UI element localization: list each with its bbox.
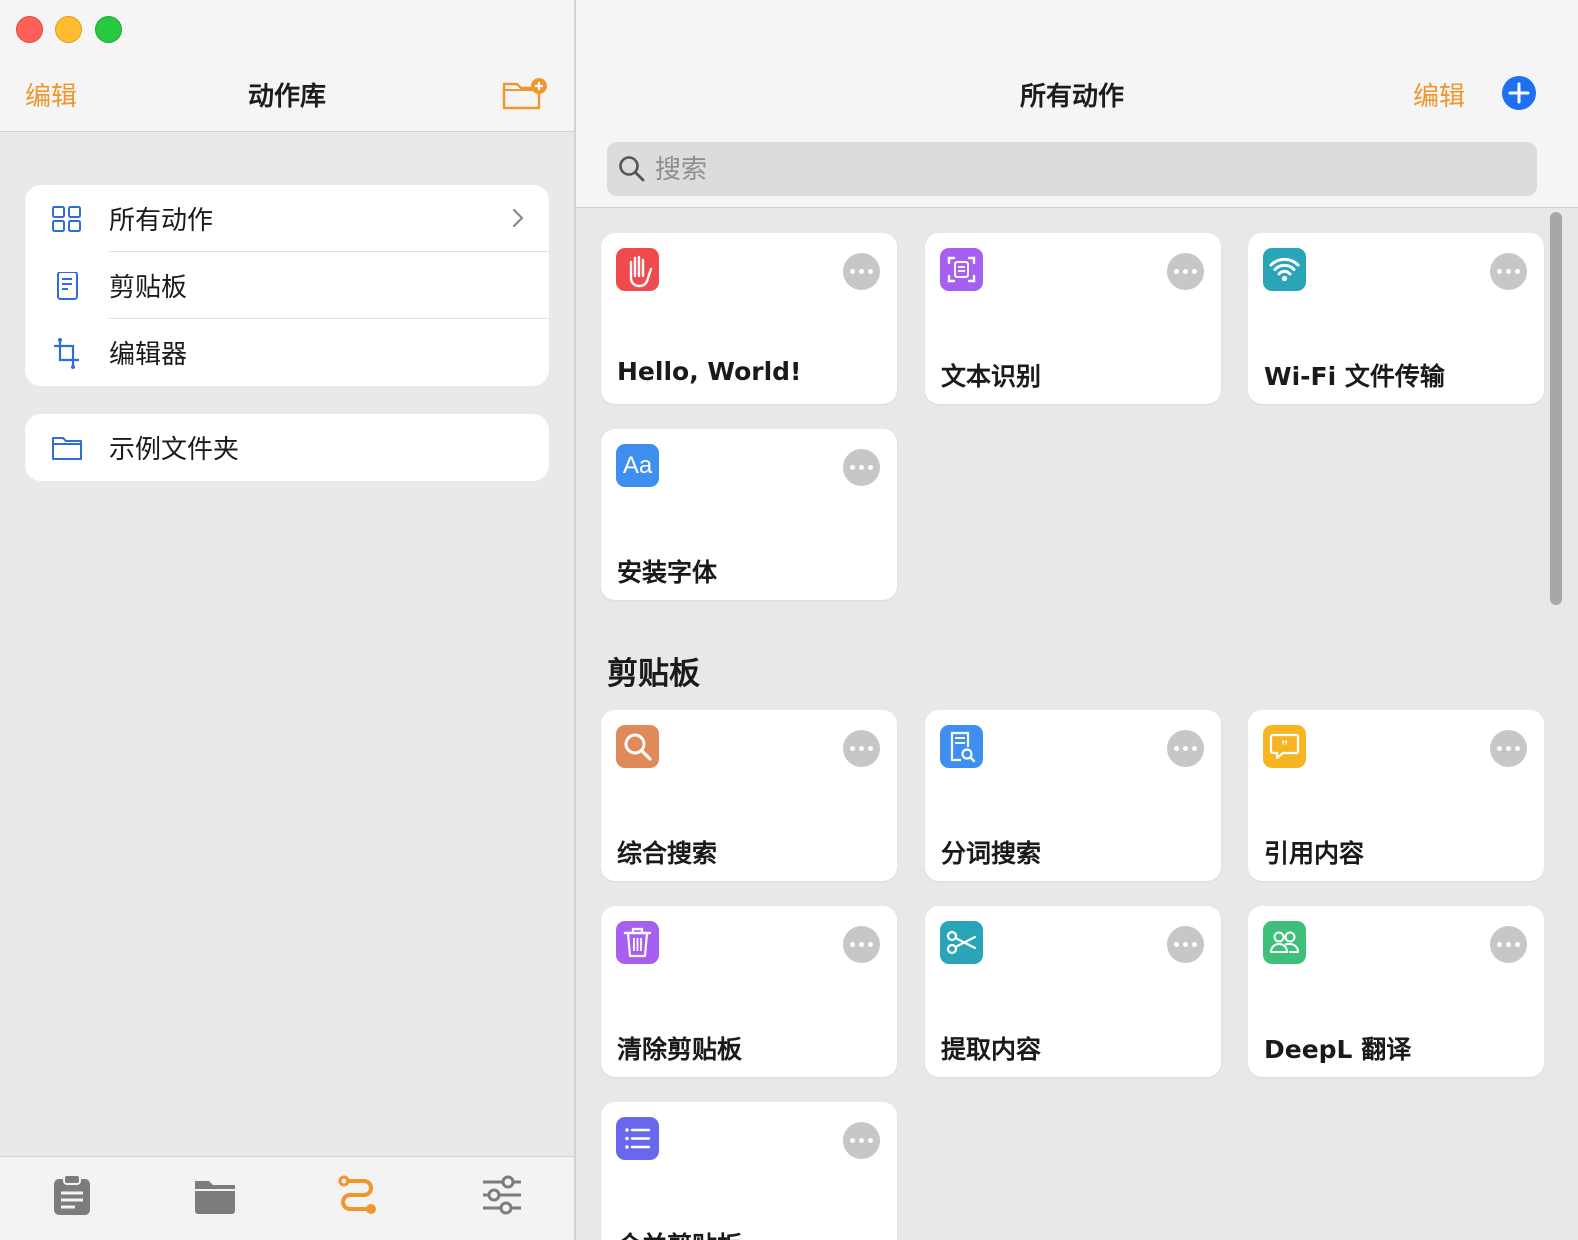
more-options-button[interactable]	[843, 1122, 880, 1159]
tile-label: 清除剪贴板	[617, 1035, 743, 1064]
sidebar-item-example-folder[interactable]: 示例文件夹	[25, 414, 549, 481]
action-tile-install-font[interactable]: Aa 安装字体	[601, 429, 897, 600]
sidebar-item-clipboard[interactable]: 剪贴板	[25, 252, 549, 319]
quote-bubble-icon: ”	[1263, 725, 1306, 768]
clipboard-tab-icon[interactable]	[50, 1173, 94, 1217]
action-tile-text-recognition[interactable]: 文本识别	[925, 233, 1221, 404]
sidebar-item-label: 示例文件夹	[109, 435, 240, 465]
sidebar-title: 动作库	[248, 82, 327, 112]
action-tile-hello-world[interactable]: Hello, World!	[601, 233, 897, 404]
svg-text:”: ”	[1281, 737, 1288, 753]
more-options-button[interactable]	[843, 730, 880, 767]
action-tile-segment-search[interactable]: 分词搜索	[925, 710, 1221, 881]
trash-icon	[616, 921, 659, 964]
tile-label: 提取内容	[941, 1035, 1042, 1064]
sidebar-folders-group: 示例文件夹	[25, 414, 549, 481]
tile-label: Wi-Fi 文件传输	[1264, 362, 1445, 391]
close-window-button[interactable]	[16, 16, 43, 43]
more-options-button[interactable]	[1490, 730, 1527, 767]
sidebar-item-label: 剪贴板	[109, 273, 188, 303]
chevron-right-icon	[511, 207, 525, 229]
tile-label: 引用内容	[1264, 839, 1365, 868]
more-options-button[interactable]	[1167, 253, 1204, 290]
tab-bar	[0, 1156, 574, 1240]
tile-label: 文本识别	[941, 362, 1042, 391]
text-scan-icon	[940, 248, 983, 291]
tile-label: 安装字体	[617, 558, 718, 587]
main-pane: 所有动作 编辑 搜索 Hello, World! 文本识别 Wi-Fi 文件传输…	[576, 0, 1578, 1240]
app-window: 编辑 动作库 所有动作 剪贴板 编辑器 示例文件夹 所有动作 编辑 搜索 Hel…	[0, 0, 1578, 1240]
search-bar[interactable]	[607, 142, 1537, 196]
plus-icon	[1508, 82, 1530, 104]
zoom-window-button[interactable]	[95, 16, 122, 43]
sidebar: 编辑 动作库 所有动作 剪贴板 编辑器 示例文件夹	[0, 0, 574, 1240]
folder-plus-icon[interactable]	[502, 76, 548, 110]
action-tile-wifi-transfer[interactable]: Wi-Fi 文件传输	[1248, 233, 1544, 404]
sidebar-main-group: 所有动作 剪贴板 编辑器	[25, 185, 549, 386]
edit-button[interactable]: 编辑	[1413, 76, 1465, 113]
action-tile-deepl-translate[interactable]: DeepL 翻译	[1248, 906, 1544, 1077]
more-options-button[interactable]	[843, 449, 880, 486]
search-icon	[618, 155, 646, 183]
tile-label: 合并剪贴板	[617, 1226, 742, 1240]
sidebar-item-editor[interactable]: 编辑器	[25, 319, 549, 386]
section-title-clipboard: 剪贴板	[607, 656, 700, 692]
scissors-icon	[940, 921, 983, 964]
svg-text:Aa: Aa	[623, 452, 653, 479]
list-icon	[616, 1117, 659, 1160]
search-input[interactable]	[653, 150, 1517, 190]
tile-label: Hello, World!	[617, 357, 802, 386]
action-tile-quote-content[interactable]: ” 引用内容	[1248, 710, 1544, 881]
add-action-button[interactable]	[1502, 76, 1536, 110]
action-tile-combined-search[interactable]: 综合搜索	[601, 710, 897, 881]
more-options-button[interactable]	[1167, 926, 1204, 963]
scrollbar-thumb[interactable]	[1550, 212, 1562, 605]
more-options-button[interactable]	[843, 926, 880, 963]
more-options-button[interactable]	[1490, 926, 1527, 963]
sidebar-item-label: 所有动作	[109, 206, 214, 236]
more-options-button[interactable]	[1490, 253, 1527, 290]
tile-label: DeepL 翻译	[1264, 1035, 1412, 1064]
main-header: 所有动作 编辑	[576, 0, 1578, 208]
action-tile-merge-clipboard[interactable]: 合并剪贴板	[601, 1102, 897, 1240]
action-tile-clear-clipboard[interactable]: 清除剪贴板	[601, 906, 897, 1077]
sidebar-item-label: 编辑器	[109, 340, 188, 370]
folder-tab-icon[interactable]	[193, 1173, 237, 1217]
sidebar-edit-button[interactable]: 编辑	[25, 76, 77, 113]
wifi-icon	[1263, 248, 1306, 291]
tile-label: 综合搜索	[617, 839, 718, 868]
grid-icon	[51, 205, 83, 233]
minimize-window-button[interactable]	[55, 16, 82, 43]
more-options-button[interactable]	[843, 253, 880, 290]
magnifier-icon	[616, 725, 659, 768]
doc-search-icon	[940, 725, 983, 768]
more-options-button[interactable]	[1167, 730, 1204, 767]
font-aa-icon: Aa	[616, 444, 659, 487]
shortcuts-tab-icon[interactable]	[336, 1173, 380, 1217]
action-tile-extract-content[interactable]: 提取内容	[925, 906, 1221, 1077]
clipboard-doc-icon	[51, 271, 83, 300]
sidebar-item-all-actions[interactable]: 所有动作	[25, 185, 549, 252]
sidebar-header: 编辑 动作库	[0, 0, 574, 132]
settings-tab-icon[interactable]	[480, 1173, 524, 1217]
crop-icon	[51, 338, 83, 369]
hand-icon	[616, 248, 659, 291]
tile-label: 分词搜索	[941, 839, 1042, 868]
people-icon	[1263, 921, 1306, 964]
folder-icon	[51, 434, 83, 462]
